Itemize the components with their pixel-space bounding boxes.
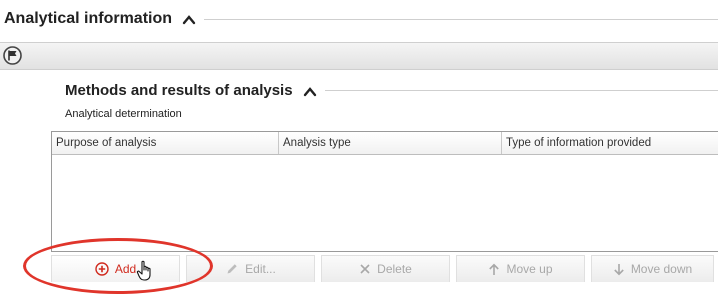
chevron-up-icon[interactable] (182, 13, 196, 25)
methods-results-header: Methods and results of analysis (65, 78, 718, 102)
section-title: Analytical information (0, 10, 196, 28)
flag-icon[interactable] (3, 46, 22, 65)
column-header-purpose[interactable]: Purpose of analysis (52, 132, 279, 154)
add-button-label: Add (114, 262, 137, 276)
add-button[interactable]: Add (51, 255, 180, 282)
analytical-determination-label: Analytical determination (65, 108, 182, 120)
add-circle-icon (95, 262, 109, 276)
analytical-information-header: Analytical information (0, 6, 718, 32)
chevron-up-icon[interactable] (303, 85, 317, 97)
section-title-text: Analytical information (4, 10, 173, 27)
pencil-icon (227, 264, 237, 274)
move-up-button-label: Move up (506, 262, 553, 276)
section-divider (204, 18, 718, 20)
hand-cursor-icon (136, 260, 151, 281)
edit-button-label: Edit... (245, 262, 276, 276)
arrow-down-icon (614, 263, 624, 275)
move-up-button[interactable]: Move up (456, 255, 585, 282)
subsection-divider (324, 89, 718, 91)
analytical-determination-table: Purpose of analysis Analysis type Type o… (51, 131, 718, 252)
table-header: Purpose of analysis Analysis type Type o… (52, 132, 718, 155)
delete-button-label: Delete (377, 262, 412, 276)
flag-toolbar (0, 42, 718, 70)
delete-button[interactable]: Delete (321, 255, 450, 282)
subsection-title-text: Methods and results of analysis (65, 81, 293, 99)
subsection-title: Methods and results of analysis (65, 82, 317, 99)
arrow-up-icon (489, 263, 500, 275)
move-down-button[interactable]: Move down (591, 255, 714, 282)
move-down-button-label: Move down (630, 262, 693, 276)
x-icon (360, 264, 370, 274)
column-header-analysis-type[interactable]: Analysis type (279, 132, 502, 154)
edit-button[interactable]: Edit... (186, 255, 315, 282)
column-header-information-type[interactable]: Type of information provided (502, 132, 718, 154)
